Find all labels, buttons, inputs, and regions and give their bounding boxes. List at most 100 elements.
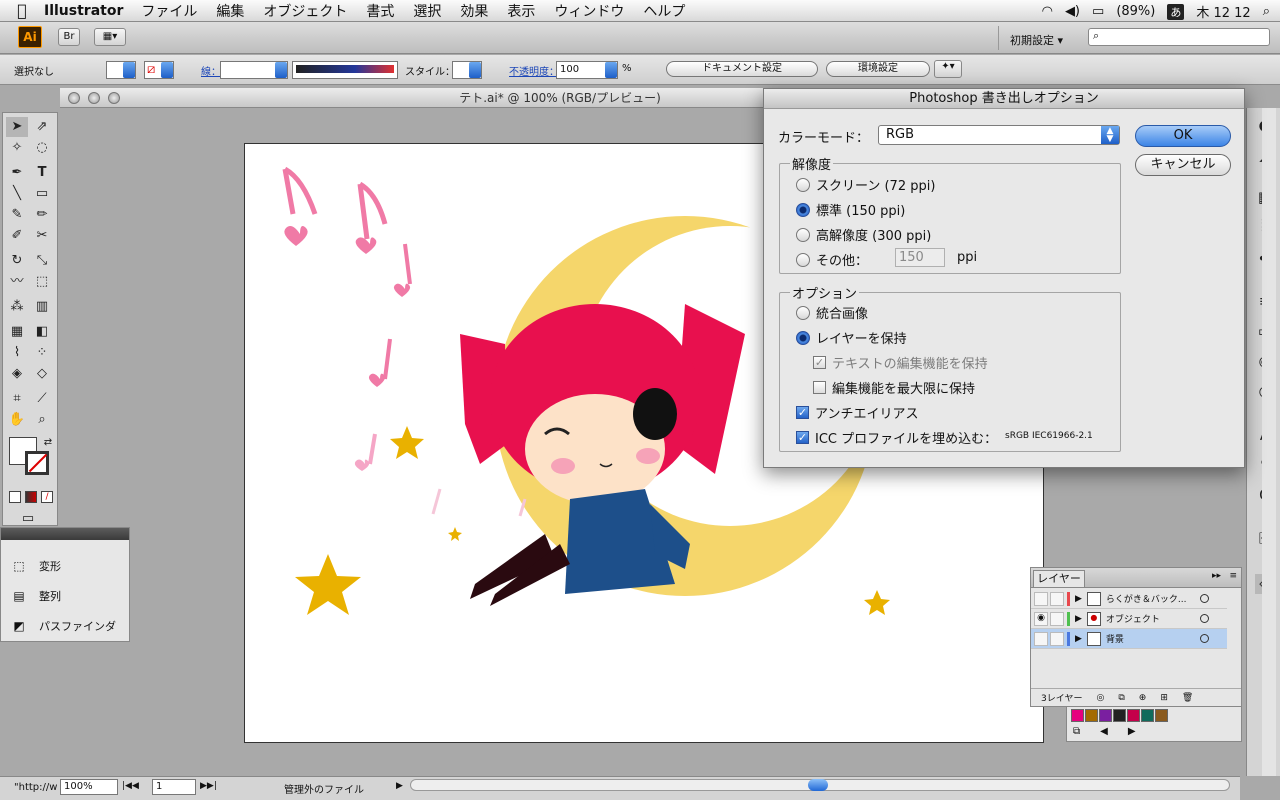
color-mode-icon[interactable] xyxy=(9,491,21,503)
spotlight-icon[interactable]: ⌕ xyxy=(1263,4,1270,19)
menu-edit[interactable]: 編集 xyxy=(216,1,244,21)
ok-button[interactable]: OK xyxy=(1135,125,1231,147)
other-ppi-field[interactable]: 150 xyxy=(895,248,945,267)
zoom-window-icon[interactable] xyxy=(108,92,120,104)
stroke-color-box[interactable]: ⧄ xyxy=(144,61,174,79)
menu-type[interactable]: 書式 xyxy=(366,1,394,21)
align-panel-item[interactable]: ▤ 整列 xyxy=(11,588,61,604)
expand-layer-icon[interactable]: ▶ xyxy=(1075,614,1082,624)
stroke-label[interactable]: 線： xyxy=(201,63,221,78)
line-tool-icon[interactable]: ╲ xyxy=(6,184,28,204)
menu-effect[interactable]: 効果 xyxy=(460,1,488,21)
resolution-medium-radio[interactable]: 標準 (150 ppi) xyxy=(796,200,905,219)
live-paint-bucket-tool-icon[interactable]: ◈ xyxy=(6,364,28,384)
live-paint-selection-tool-icon[interactable]: ◇ xyxy=(31,364,53,384)
keep-layers-radio[interactable]: レイヤーを保持 xyxy=(796,328,907,347)
menubar-clock[interactable]: 木 12 12 xyxy=(1196,2,1250,21)
menu-view[interactable]: 表示 xyxy=(507,1,535,21)
lasso-tool-icon[interactable]: ◌ xyxy=(31,138,53,158)
magic-wand-tool-icon[interactable]: ✧ xyxy=(6,138,28,158)
eyedropper-tool-icon[interactable]: ⌇ xyxy=(6,343,28,363)
layer-row[interactable]: ▶ らくがき＆バック... xyxy=(1031,589,1227,609)
swap-fill-stroke-icon[interactable]: ⇄ xyxy=(37,433,59,453)
bridge-button[interactable]: Br xyxy=(58,28,80,46)
panel-header[interactable] xyxy=(1,528,129,540)
tab-layers[interactable]: レイヤー xyxy=(1033,570,1085,587)
graph-tool-icon[interactable]: ▥ xyxy=(31,297,53,317)
opacity-field[interactable]: 100 xyxy=(556,61,618,79)
direct-selection-tool-icon[interactable]: ⇗ xyxy=(31,117,53,137)
resolution-high-radio[interactable]: 高解像度 (300 ppi) xyxy=(796,225,931,244)
warp-tool-icon[interactable]: 〰 xyxy=(6,272,28,292)
layer-visibility-toggle[interactable] xyxy=(1034,631,1048,646)
pencil-tool-icon[interactable]: ✏ xyxy=(31,205,53,225)
hand-tool-icon[interactable]: ✋ xyxy=(6,410,28,430)
menu-window[interactable]: ウィンドウ xyxy=(554,1,624,21)
mesh-tool-icon[interactable]: ▦ xyxy=(6,322,28,342)
document-status[interactable]: 管理外のファイル xyxy=(284,781,364,796)
next-swatches-icon[interactable]: ▶ xyxy=(1128,726,1136,737)
zoom-tool-icon[interactable]: ⌕ xyxy=(31,410,53,430)
color-swatch[interactable] xyxy=(1127,709,1140,722)
pen-tool-icon[interactable]: ✒ xyxy=(6,163,28,183)
menu-select[interactable]: 選択 xyxy=(413,1,441,21)
next-artboard-icon[interactable]: ▶▶| xyxy=(200,781,217,791)
gradient-mode-icon[interactable] xyxy=(25,491,37,503)
layer-lock-toggle[interactable] xyxy=(1050,591,1064,606)
search-input[interactable]: ⌕ xyxy=(1088,28,1270,46)
slice-tool-icon[interactable]: ⟋ xyxy=(31,389,53,409)
make-clipping-mask-icon[interactable]: ⧉ xyxy=(1118,693,1124,703)
color-swatch[interactable] xyxy=(1085,709,1098,722)
graphic-style-picker[interactable] xyxy=(452,61,482,79)
color-swatch[interactable] xyxy=(1141,709,1154,722)
color-swatch[interactable] xyxy=(1099,709,1112,722)
opacity-label[interactable]: 不透明度： xyxy=(509,63,559,78)
eye-icon[interactable]: ◉ xyxy=(1034,611,1048,626)
crop-area-tool-icon[interactable]: ⌗ xyxy=(6,389,28,409)
free-transform-tool-icon[interactable]: ⬚ xyxy=(31,272,53,292)
wifi-icon[interactable]: ◠ xyxy=(1042,4,1053,19)
expand-layer-icon[interactable]: ▶ xyxy=(1075,594,1082,604)
color-mode-select[interactable]: RGB ▲ ▼ xyxy=(878,125,1120,145)
app-menu[interactable]: Illustrator xyxy=(44,3,123,19)
input-method-indicator[interactable]: あ xyxy=(1167,3,1185,20)
resolution-screen-radio[interactable]: スクリーン (72 ppi) xyxy=(796,175,935,194)
transform-panel-item[interactable]: ⬚ 変形 xyxy=(11,558,61,574)
layer-row[interactable]: ◉ ▶ ● オブジェクト xyxy=(1031,609,1227,629)
horizontal-scroll-thumb[interactable] xyxy=(808,779,828,791)
trash-icon[interactable]: 🗑 xyxy=(1182,693,1193,703)
menu-help[interactable]: ヘルプ xyxy=(643,1,685,21)
new-layer-icon[interactable]: ⊞ xyxy=(1160,693,1168,703)
fill-color-box[interactable] xyxy=(106,61,136,79)
menu-file[interactable]: ファイル xyxy=(141,1,197,21)
rectangle-tool-icon[interactable]: ▭ xyxy=(31,184,53,204)
type-tool-icon[interactable]: T xyxy=(31,163,53,183)
scale-tool-icon[interactable]: ⤡ xyxy=(31,251,53,271)
embed-icc-checkbox[interactable]: ✓ ICC プロファイルを埋め込む： xyxy=(796,428,997,447)
blend-tool-icon[interactable]: ⁘ xyxy=(31,343,53,363)
keep-text-editability-checkbox[interactable]: ✓ テキストの編集機能を保持 xyxy=(813,353,988,372)
expand-layer-icon[interactable]: ▶ xyxy=(1075,634,1082,644)
stroke-swatch[interactable] xyxy=(25,451,49,475)
layer-row[interactable]: ▶ 背景 xyxy=(1031,629,1227,649)
minimize-window-icon[interactable] xyxy=(88,92,100,104)
swatch-library-icon[interactable]: ⧉ xyxy=(1073,726,1080,737)
new-sublayer-icon[interactable]: ⊕ xyxy=(1139,693,1147,703)
color-swatch[interactable] xyxy=(1071,709,1084,722)
max-editability-checkbox[interactable]: 編集機能を最大限に保持 xyxy=(813,378,975,397)
symbol-sprayer-tool-icon[interactable]: ⁂ xyxy=(6,297,28,317)
rotate-tool-icon[interactable]: ↻ xyxy=(6,251,28,271)
layer-target-icon[interactable] xyxy=(1199,594,1209,603)
screen-mode-icon[interactable]: ▭ xyxy=(17,509,39,529)
pathfinder-panel-item[interactable]: ◩ パスファインダ xyxy=(11,618,116,634)
status-menu-icon[interactable]: ▶ xyxy=(396,781,403,791)
document-setup-button[interactable]: ドキュメント設定 xyxy=(666,61,818,77)
arrange-documents-button[interactable]: ▦▾ xyxy=(94,28,126,46)
locate-object-icon[interactable]: ◎ xyxy=(1096,693,1104,703)
preferences-button[interactable]: 環境設定 xyxy=(826,61,930,77)
stroke-weight-field[interactable] xyxy=(220,61,288,79)
close-window-icon[interactable] xyxy=(68,92,80,104)
battery-icon[interactable]: ▭ xyxy=(1092,4,1104,19)
volume-icon[interactable]: ◀) xyxy=(1065,4,1080,19)
cancel-button[interactable]: キャンセル xyxy=(1135,154,1231,176)
